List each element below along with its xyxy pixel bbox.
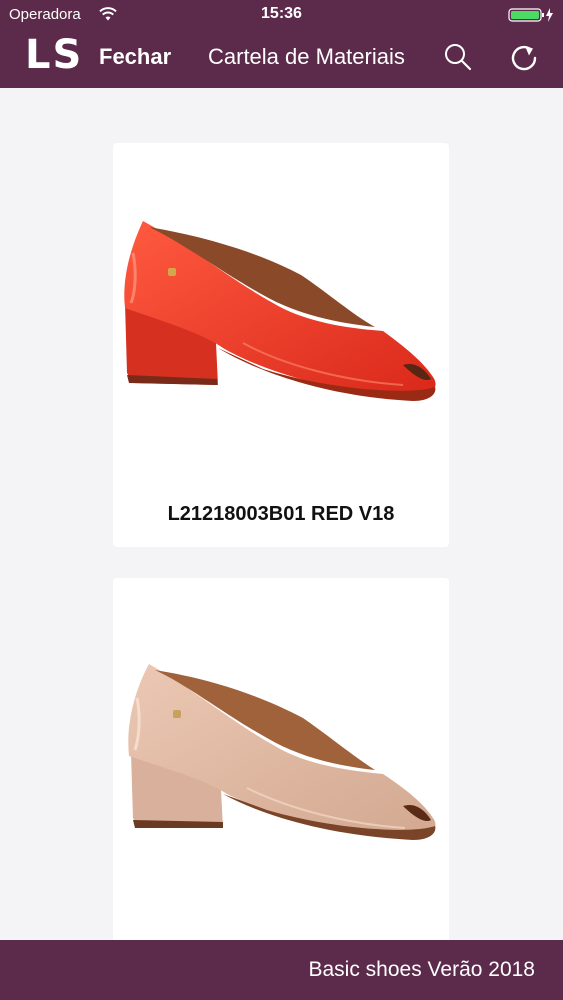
refresh-icon[interactable] bbox=[508, 42, 540, 74]
product-code: L21218003B01 RED V18 bbox=[167, 503, 395, 525]
top-bar: Operadora 15:36 LS Fechar Cartela de Mat… bbox=[0, 0, 563, 88]
status-time: 15:36 bbox=[261, 5, 302, 22]
ls-logo: LS bbox=[25, 32, 84, 78]
close-button[interactable]: Fechar bbox=[99, 44, 171, 70]
materials-list[interactable]: L21218003B01 RED V18 bbox=[0, 88, 563, 940]
search-icon[interactable] bbox=[443, 42, 473, 72]
product-card[interactable] bbox=[113, 578, 449, 940]
red-shoe-image bbox=[124, 221, 436, 401]
navigation-bar: LS Fechar Cartela de Materiais bbox=[0, 30, 563, 88]
battery-icon bbox=[508, 8, 553, 22]
nude-shoe-image bbox=[128, 664, 436, 840]
collection-name: Basic shoes Verão 2018 bbox=[308, 958, 536, 981]
product-card[interactable]: L21218003B01 RED V18 bbox=[113, 143, 449, 547]
footer-bar: Basic shoes Verão 2018 bbox=[0, 940, 563, 1000]
status-bar: Operadora 15:36 bbox=[0, 0, 563, 30]
page-title: Cartela de Materiais bbox=[208, 44, 405, 69]
